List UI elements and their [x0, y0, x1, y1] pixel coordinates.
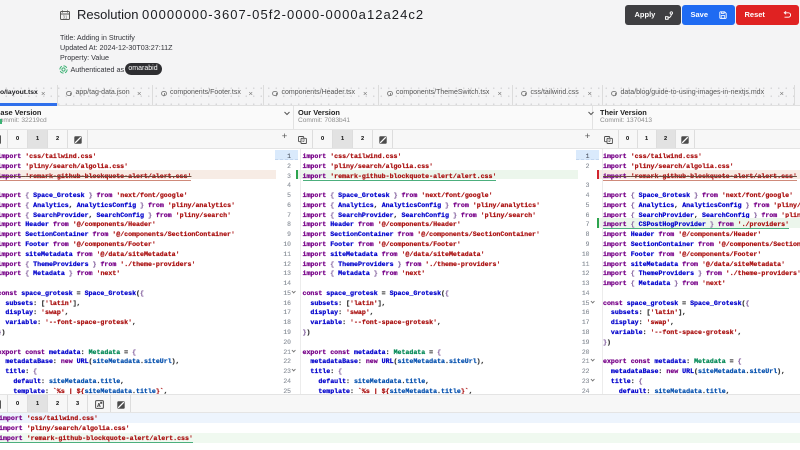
svg-text:31: 31 [63, 14, 68, 19]
svg-text:A: A [97, 403, 101, 409]
